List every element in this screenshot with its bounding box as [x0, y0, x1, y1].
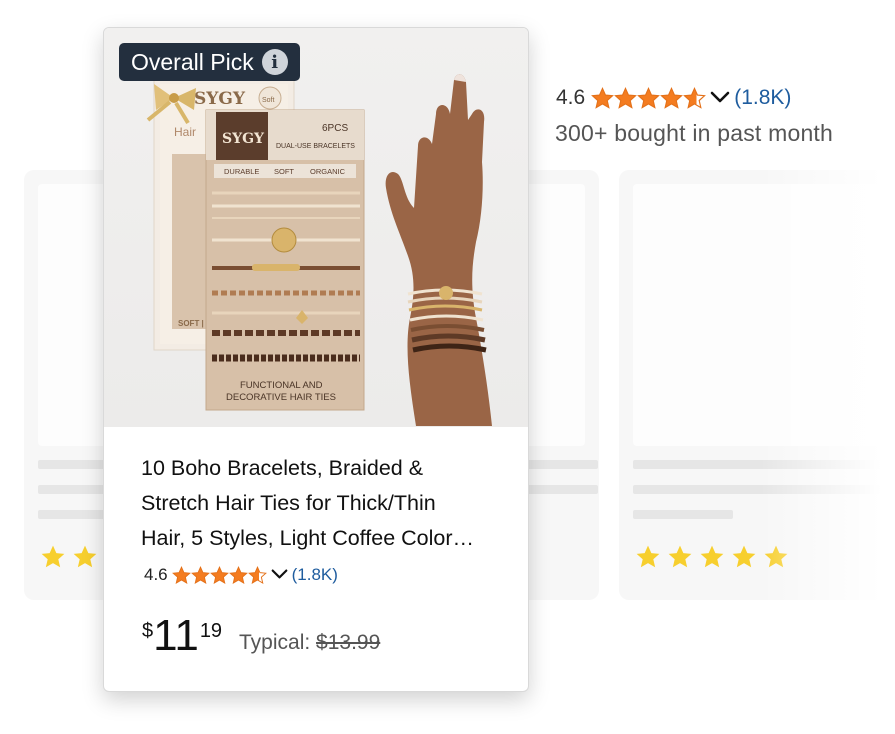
star-full-icon	[190, 565, 210, 584]
price: $ 11 19	[142, 612, 222, 660]
package-subtitle: DUAL-USE BRACELETS	[276, 143, 355, 150]
star-icon	[668, 545, 692, 568]
typical-price-value: $13.99	[316, 631, 381, 654]
star-full-icon	[591, 86, 615, 109]
seal-text: Soft	[262, 97, 275, 104]
title-line: Stretch Hair Ties for Thick/Thin	[141, 491, 436, 515]
star-full-icon	[637, 86, 661, 109]
review-count-link[interactable]: (1.8K)	[734, 86, 791, 110]
back-label: Hair	[174, 125, 196, 139]
chevron-down-icon[interactable]	[710, 86, 730, 110]
rating-value: 4.6	[556, 86, 586, 109]
star-rating	[591, 86, 707, 110]
package-tag: ORGANIC	[310, 167, 346, 176]
chevron-down-icon[interactable]	[271, 565, 288, 585]
product-title[interactable]: 10 Boho Bracelets, Braided & Stretch Hai…	[141, 451, 516, 556]
star-full-icon	[209, 565, 229, 584]
typical-label: Typical:	[239, 631, 311, 654]
review-count-link[interactable]: (1.8K)	[292, 565, 338, 585]
star-half-icon	[683, 86, 707, 109]
placeholder-line	[633, 510, 733, 519]
package-brand: SYGY	[222, 131, 265, 147]
overall-pick-badge[interactable]: Overall Pick i	[119, 43, 300, 81]
package-tag: SOFT	[274, 167, 294, 176]
star-full-icon	[660, 86, 684, 109]
product-rating[interactable]: 4.6 (1.8K)	[144, 565, 338, 585]
price-symbol: $	[142, 620, 154, 642]
package-count: 6PCS	[322, 123, 348, 134]
product-image[interactable]: SYGY Hair Soft SOFT | D SYGY 6PCS DUAL-U…	[104, 28, 528, 427]
price-fraction: 19	[199, 620, 223, 642]
placeholder-stars	[40, 544, 98, 570]
star-half-icon	[247, 565, 267, 584]
star-icon	[73, 545, 97, 568]
star-icon	[636, 545, 660, 568]
typical-price: Typical: $13.99	[239, 631, 380, 655]
bought-in-past-month: 300+ bought in past month	[555, 120, 834, 146]
star-icon	[700, 545, 724, 568]
badge-label: Overall Pick	[131, 48, 254, 75]
package-footer: FUNCTIONAL AND	[240, 380, 323, 391]
product-card[interactable]: SYGY Hair Soft SOFT | D SYGY 6PCS DUAL-U…	[103, 27, 529, 692]
rating-value: 4.6	[144, 565, 168, 584]
star-full-icon	[614, 86, 638, 109]
star-icon	[41, 545, 65, 568]
top-right-rating[interactable]: 4.6 (1.8K)	[556, 86, 791, 110]
back-brand: SYGY	[194, 89, 246, 109]
title-line: Hair, 5 Styles, Light Coffee Color…	[141, 526, 475, 550]
star-rating	[171, 565, 267, 585]
star-icon	[732, 545, 756, 568]
star-full-icon	[228, 565, 248, 584]
fade-overlay	[760, 150, 895, 630]
package-footer: DECORATIVE HAIR TIES	[226, 392, 336, 403]
price-whole: 11	[153, 611, 199, 660]
title-line: 10 Boho Bracelets, Braided &	[141, 456, 424, 480]
product-illustration: SYGY Hair Soft SOFT | D SYGY 6PCS DUAL-U…	[146, 74, 492, 426]
star-full-icon	[171, 565, 191, 584]
info-icon[interactable]: i	[261, 49, 288, 75]
package-tag: DURABLE	[224, 167, 259, 176]
